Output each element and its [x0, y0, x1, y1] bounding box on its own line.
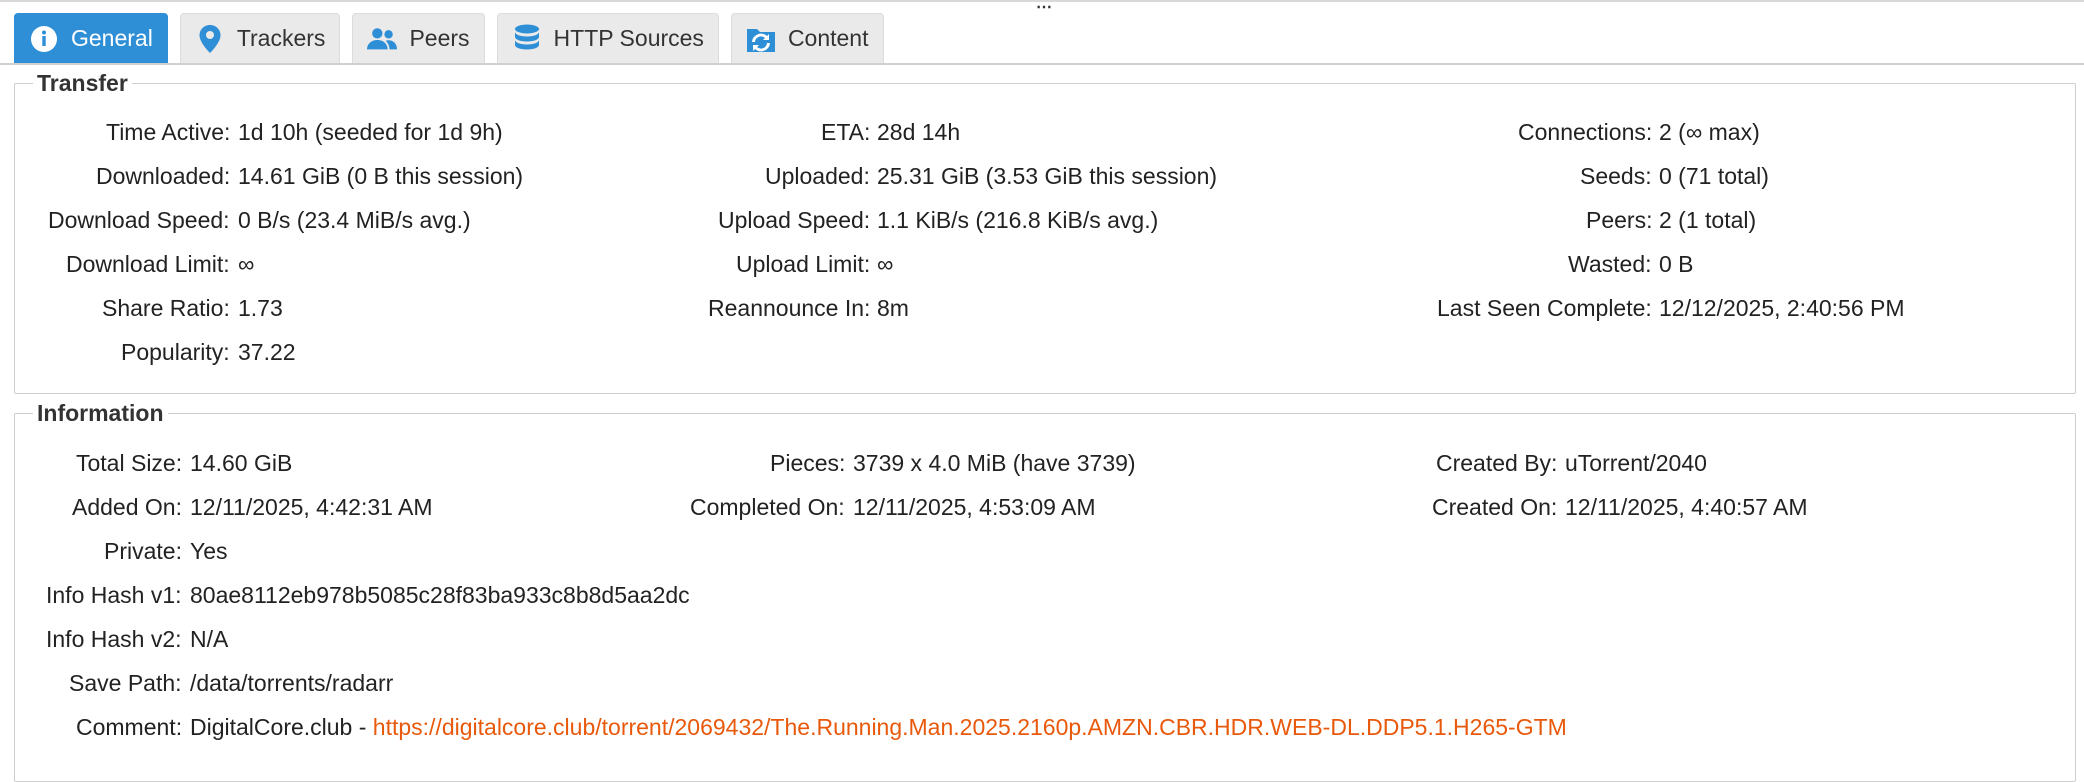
uploaded-label: Uploaded:: [765, 163, 870, 189]
download-limit-label: Download Limit:: [66, 251, 230, 277]
upload-speed-value: 1.1 KiB/s (216.8 KiB/s avg.): [877, 207, 1159, 233]
resize-grip-icon[interactable]: ⋯: [1036, 0, 1052, 16]
wasted-value: 0 B: [1659, 251, 1694, 277]
created-on-value: 12/11/2025, 4:40:57 AM: [1565, 494, 1808, 520]
download-speed-label: Download Speed:: [48, 207, 230, 233]
eta-label: ETA:: [821, 119, 871, 145]
tab-http-sources[interactable]: HTTP Sources: [496, 13, 719, 63]
tab-general[interactable]: General: [14, 13, 168, 63]
upload-limit-value: ∞: [877, 251, 894, 277]
tab-label: Trackers: [236, 25, 326, 51]
info-hash-v1-value[interactable]: 80ae8112eb978b5085c28f83ba933c8b8d5aa2dc: [190, 581, 690, 609]
added-on-label: Added On:: [72, 494, 182, 520]
created-by-label: Created By:: [1436, 450, 1558, 476]
save-path-label: Save Path:: [69, 670, 182, 696]
tab-trackers[interactable]: Trackers: [179, 13, 341, 63]
save-path-value: /data/torrents/radarr: [190, 670, 394, 696]
seeds-value: 0 (71 total): [1659, 163, 1769, 189]
information-title: Information: [37, 400, 164, 426]
completed-on-label: Completed On:: [690, 494, 845, 520]
transfer-title: Transfer: [37, 70, 128, 96]
comment-link[interactable]: https://digitalcore.club/torrent/2069432…: [373, 714, 1567, 740]
reannounce-value: 8m: [877, 295, 909, 321]
total-size-label: Total Size:: [76, 450, 183, 476]
peers-value: 2 (1 total): [1659, 207, 1757, 233]
tab-label: General: [71, 25, 153, 51]
wasted-label: Wasted:: [1568, 251, 1652, 277]
connections-value: 2 (∞ max): [1659, 119, 1760, 145]
last-seen-complete-value: 12/12/2025, 2:40:56 PM: [1659, 295, 1905, 321]
last-seen-complete-label: Last Seen Complete:: [1437, 295, 1652, 321]
download-limit-value: ∞: [238, 251, 255, 277]
uploaded-value: 25.31 GiB (3.53 GiB this session): [877, 163, 1218, 189]
peers-label: Peers:: [1586, 207, 1653, 233]
map-pin-icon: [195, 24, 225, 54]
private-value: Yes: [190, 538, 228, 564]
added-on-value: 12/11/2025, 4:42:31 AM: [190, 494, 433, 520]
tab-peers[interactable]: Peers: [352, 13, 485, 63]
created-by-value: uTorrent/2040: [1565, 450, 1707, 476]
tab-label: Peers: [409, 25, 470, 51]
info-icon: [29, 24, 59, 54]
tab-label: Content: [787, 25, 869, 51]
upload-speed-label: Upload Speed:: [718, 207, 871, 233]
database-icon: [512, 24, 542, 54]
comment-label: Comment:: [76, 714, 183, 740]
users-icon: [367, 24, 398, 54]
reannounce-label: Reannounce In:: [708, 295, 871, 321]
connections-label: Connections:: [1518, 119, 1653, 145]
completed-on-value: 12/11/2025, 4:53:09 AM: [853, 494, 1096, 520]
info-hash-v2-label: Info Hash v2:: [46, 626, 182, 652]
comment-value: DigitalCore.club - https://digitalcore.c…: [190, 713, 1567, 741]
popularity-label: Popularity:: [121, 339, 230, 365]
pieces-label: Pieces:: [770, 450, 846, 476]
tab-label: HTTP Sources: [553, 25, 704, 51]
private-label: Private:: [104, 538, 182, 564]
tab-bar: General Trackers Peers HTTP Sources Cont…: [14, 13, 884, 63]
seeds-label: Seeds:: [1580, 163, 1652, 189]
total-size-value: 14.60 GiB: [190, 450, 293, 476]
download-speed-value: 0 B/s (23.4 MiB/s avg.): [238, 207, 471, 233]
info-hash-v2-value: N/A: [190, 626, 229, 652]
eta-value: 28d 14h: [877, 119, 961, 145]
info-hash-v1-label: Info Hash v1:: [46, 582, 182, 608]
tab-divider: [0, 63, 2084, 65]
folder-sync-icon: [746, 24, 776, 54]
popularity-value: 37.22: [238, 339, 296, 365]
share-ratio-label: Share Ratio:: [102, 295, 230, 321]
time-active-label: Time Active:: [106, 119, 231, 145]
pieces-value: 3739 x 4.0 MiB (have 3739): [853, 450, 1136, 476]
created-on-label: Created On:: [1432, 494, 1558, 520]
downloaded-value: 14.61 GiB (0 B this session): [238, 163, 524, 189]
downloaded-label: Downloaded:: [96, 163, 231, 189]
tab-content[interactable]: Content: [730, 13, 884, 63]
comment-prefix: DigitalCore.club -: [190, 714, 373, 740]
upload-limit-label: Upload Limit:: [736, 251, 871, 277]
share-ratio-value: 1.73: [238, 295, 283, 321]
time-active-value: 1d 10h (seeded for 1d 9h): [238, 119, 503, 145]
